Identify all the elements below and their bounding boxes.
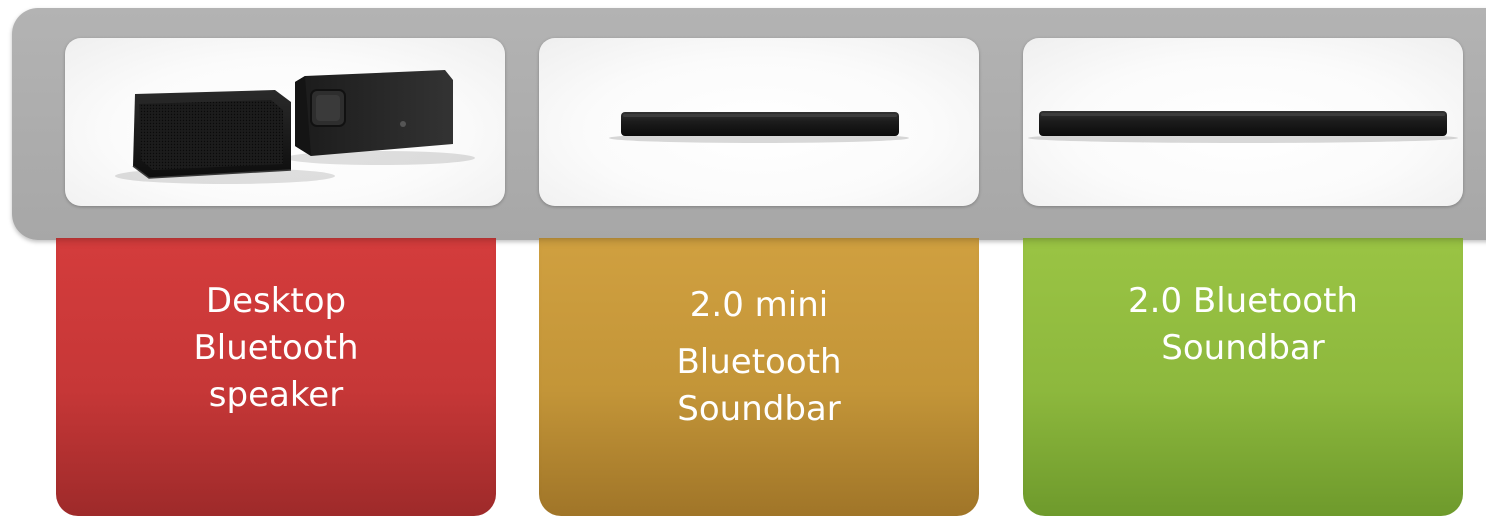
mini-soundbar-photo — [539, 38, 979, 206]
card-title-line: 2.0 mini — [689, 285, 829, 325]
card-title-line: Bluetooth — [676, 342, 842, 382]
card-title: Desktop Bluetooth speaker — [56, 238, 496, 419]
desktop-speaker-photo — [65, 38, 505, 206]
card-title-line: 2.0 Bluetooth — [1128, 281, 1358, 321]
card-title-line: Soundbar — [1161, 328, 1325, 368]
card-desktop-speaker: Desktop Bluetooth speaker — [56, 238, 496, 516]
product-lineup: Desktop Bluetooth speaker 2.0 mini Bluet… — [0, 0, 1486, 517]
card-title-line: Bluetooth — [193, 328, 359, 368]
card-title-line: speaker — [208, 375, 344, 415]
card-mini-soundbar: 2.0 mini Bluetooth Soundbar — [539, 238, 979, 516]
card-soundbar: 2.0 Bluetooth Soundbar — [1023, 238, 1463, 516]
soundbar-photo — [1023, 38, 1463, 206]
card-title-line: Soundbar — [677, 389, 841, 429]
card-title-line: Desktop — [205, 281, 347, 321]
card-title: 2.0 Bluetooth Soundbar — [1023, 238, 1463, 372]
